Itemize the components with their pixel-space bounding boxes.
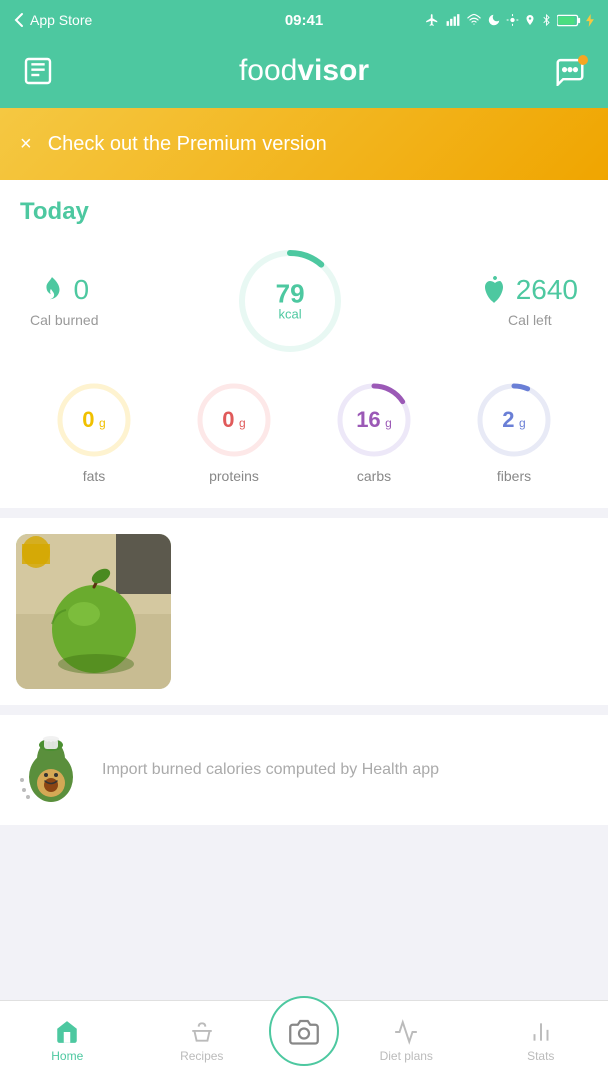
avocado-mascot — [16, 735, 86, 805]
flame-icon — [39, 275, 65, 305]
macros-row: 0 g fats 0 g proteins — [20, 380, 588, 484]
camera-icon — [289, 1017, 319, 1045]
kcal-unit: kcal — [276, 307, 305, 322]
fats-value: 0 — [82, 407, 94, 432]
fats-unit: g — [99, 416, 106, 430]
home-icon — [54, 1019, 80, 1045]
status-bar: App Store 09:41 — [0, 0, 608, 40]
kcal-circle-widget: 79 kcal — [235, 246, 345, 356]
logo-first: food — [239, 54, 297, 87]
back-icon — [14, 12, 24, 28]
logo-second: visor — [297, 54, 369, 87]
proteins-unit: g — [239, 416, 246, 430]
carbs-circle: 16 g — [334, 380, 414, 460]
status-time: 09:41 — [285, 12, 323, 29]
bowl-icon — [189, 1019, 215, 1045]
newspaper-icon — [22, 55, 54, 87]
lock-icon — [506, 13, 519, 27]
signal-icon — [445, 13, 461, 27]
location-icon — [524, 13, 536, 27]
chat-button[interactable] — [548, 49, 592, 93]
bottom-nav: Home Recipes Diet plans Stats — [0, 1000, 608, 1080]
food-photo-card[interactable] — [16, 534, 171, 689]
premium-text: Check out the Premium version — [48, 133, 327, 156]
carbs-widget: 16 g carbs — [334, 380, 414, 484]
carbs-value: 16 — [356, 407, 380, 432]
cal-burned-label: Cal burned — [30, 312, 99, 328]
cal-burned-widget: 0 Cal burned — [30, 274, 99, 328]
carrier-label: App Store — [30, 12, 92, 28]
premium-banner[interactable]: × Check out the Premium version — [0, 108, 608, 180]
battery-icon — [557, 14, 581, 27]
heartbeat-icon — [393, 1019, 419, 1045]
cal-left-label: Cal left — [508, 312, 552, 328]
newspaper-button[interactable] — [16, 49, 60, 93]
nav-stats-label: Stats — [527, 1049, 554, 1063]
barchart-icon — [528, 1019, 554, 1045]
nav-diet-plans-label: Diet plans — [380, 1049, 433, 1063]
fibers-widget: 2 g fibers — [474, 380, 554, 484]
calories-row: 0 Cal burned 79 kcal — [20, 246, 588, 356]
status-icons — [424, 13, 594, 27]
app-logo: foodvisor — [239, 54, 369, 88]
cal-left-widget: 2640 Cal left — [482, 274, 578, 328]
notification-dot — [578, 55, 588, 65]
app-header: foodvisor — [0, 40, 608, 108]
nav-recipes-label: Recipes — [180, 1049, 223, 1063]
today-label: Today — [20, 198, 588, 226]
apple-photo-svg — [16, 534, 171, 689]
carbs-label: carbs — [357, 468, 391, 484]
premium-close-button[interactable]: × — [20, 133, 32, 156]
bluetooth-icon — [541, 13, 552, 27]
carbs-unit: g — [385, 416, 392, 430]
wifi-icon — [466, 13, 482, 27]
fibers-value: 2 — [502, 407, 514, 432]
proteins-label: proteins — [209, 468, 259, 484]
import-section[interactable]: Import burned calories computed by Healt… — [0, 715, 608, 825]
nav-diet-plans[interactable]: Diet plans — [339, 1019, 474, 1063]
fats-label: fats — [83, 468, 106, 484]
kcal-circle: 79 kcal — [235, 246, 345, 356]
fibers-unit: g — [519, 416, 526, 430]
import-text: Import burned calories computed by Healt… — [102, 759, 439, 781]
proteins-value: 0 — [222, 407, 234, 432]
fibers-label: fibers — [497, 468, 531, 484]
fibers-circle: 2 g — [474, 380, 554, 460]
apple-icon — [482, 276, 508, 304]
fats-widget: 0 g fats — [54, 380, 134, 484]
kcal-value: 79 — [276, 281, 305, 307]
nav-recipes[interactable]: Recipes — [135, 1019, 270, 1063]
proteins-widget: 0 g proteins — [194, 380, 274, 484]
cal-left-value: 2640 — [516, 274, 578, 306]
charging-icon — [586, 14, 594, 27]
status-left: App Store — [14, 12, 92, 28]
today-section: Today 0 Cal burned 79 kcal — [0, 180, 608, 508]
fats-circle: 0 g — [54, 380, 134, 460]
airplane-icon — [424, 13, 440, 27]
nav-camera-button[interactable] — [269, 996, 339, 1066]
proteins-circle: 0 g — [194, 380, 274, 460]
avocado-icon — [16, 735, 86, 805]
food-photo-section — [0, 518, 608, 705]
nav-stats[interactable]: Stats — [474, 1019, 608, 1063]
nav-home-label: Home — [51, 1049, 83, 1063]
nav-home[interactable]: Home — [0, 1019, 135, 1063]
moon-icon — [487, 13, 501, 27]
cal-burned-value: 0 — [73, 274, 89, 306]
